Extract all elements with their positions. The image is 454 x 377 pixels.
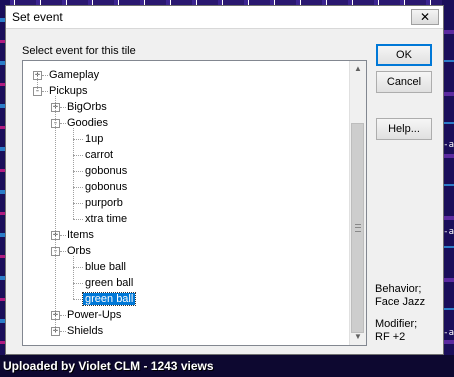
close-icon: ✕ [419, 10, 431, 24]
tree-item-label: Orbs [67, 245, 91, 257]
tree-connector [73, 283, 83, 284]
tree-connector [73, 128, 74, 219]
tree-item[interactable]: Pickups [47, 83, 90, 99]
tree-item-label: Pickups [49, 85, 88, 97]
tree-item[interactable]: blue ball [83, 259, 128, 275]
tree-item[interactable]: gobonus [83, 179, 129, 195]
tree-connector [73, 267, 83, 268]
tree-item-label: 1up [85, 133, 104, 145]
tree-item-label: Goodies [67, 117, 108, 129]
scroll-up-icon[interactable]: ▲ [350, 61, 366, 77]
cancel-button[interactable]: Cancel [376, 71, 432, 93]
tree-item[interactable]: gobonus [83, 163, 129, 179]
tree-item-label: purporb [85, 197, 123, 209]
tree-item-label: Gameplay [49, 69, 100, 81]
tree-item[interactable]: Orbs [65, 243, 93, 259]
dialog-title: Set event [12, 10, 63, 24]
tree-item[interactable]: xtra time [83, 211, 129, 227]
tree-item[interactable]: Power-Ups [65, 307, 123, 323]
tree-item[interactable]: green ball [83, 275, 135, 291]
tree-item[interactable]: BigOrbs [65, 99, 109, 115]
tree-connector [73, 171, 83, 172]
tree-item-label: gobonus [85, 165, 128, 177]
tree-item-label: BigOrbs [67, 101, 107, 113]
close-button[interactable]: ✕ [411, 9, 439, 25]
tree-connector [55, 96, 56, 331]
tree-item[interactable]: purporb [83, 195, 125, 211]
tree-scrollbar[interactable]: ▲ ▼ [349, 61, 366, 345]
behavior-label: Behavior; [375, 283, 422, 295]
tree-connector [73, 219, 83, 220]
tree-connector [73, 139, 83, 140]
tree-connector [73, 187, 83, 188]
tree-connector [73, 203, 83, 204]
modifier-value: RF +2 [375, 331, 406, 343]
tree-item[interactable]: Goodies [65, 115, 110, 131]
upload-caption: Uploaded by Violet CLM - 1243 views [3, 359, 214, 373]
grip-icon [355, 224, 361, 232]
tree-item[interactable]: Shields [65, 323, 105, 339]
help-button[interactable]: Help... [376, 118, 432, 140]
tree-item[interactable]: 1up [83, 131, 105, 147]
tree-item[interactable]: green ball [81, 291, 137, 307]
event-tree[interactable]: ▲ ▼ + Gameplay - Pickups + BigOrbs - Goodies 1up… [22, 60, 367, 346]
tree-item-label: gobonus [85, 181, 128, 193]
tree-item-label: Shields [67, 325, 104, 337]
prompt-label: Select event for this tile [22, 45, 136, 57]
tree-item-label: Items [67, 229, 94, 241]
behavior-value: Face Jazz [375, 296, 426, 308]
tree-item[interactable]: Gameplay [47, 67, 101, 83]
tree-item[interactable]: carrot [83, 147, 115, 163]
tree-item-label: Power-Ups [67, 309, 122, 321]
tree-connector [73, 299, 83, 300]
ok-button[interactable]: OK [376, 44, 432, 66]
tree-item-label: green ball [81, 292, 137, 306]
tree-connector [37, 71, 38, 91]
tree-item-label: green ball [85, 277, 134, 289]
title-bar[interactable]: Set event ✕ [6, 6, 443, 29]
tree-connector [73, 155, 83, 156]
tree-item-label: blue ball [85, 261, 126, 273]
scroll-down-icon[interactable]: ▼ [350, 329, 366, 345]
modifier-label: Modifier; [375, 318, 418, 330]
scrollbar-thumb[interactable] [351, 123, 364, 333]
set-event-dialog: Set event ✕ Select event for this tile ▲… [5, 5, 444, 355]
tree-item[interactable]: Items [65, 227, 96, 243]
tree-item-label: xtra time [85, 213, 128, 225]
tree-connector [73, 256, 74, 299]
tree-item-label: carrot [85, 149, 114, 161]
